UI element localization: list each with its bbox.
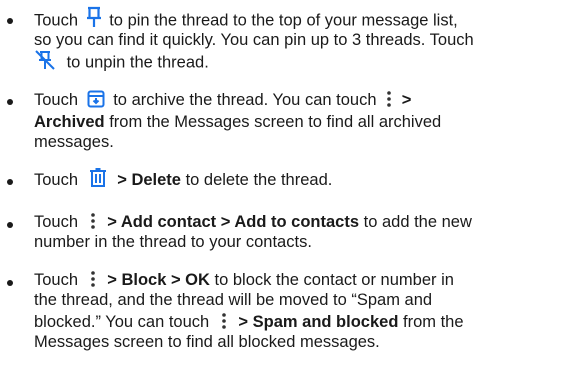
text-line: messages. — [34, 133, 114, 151]
text-line: Touch > Add contact > Add to contacts to… — [34, 212, 472, 231]
delete-icon — [89, 167, 107, 188]
more-vert-icon — [387, 90, 391, 107]
text-line: Messages screen to find all blocked mess… — [34, 333, 380, 351]
more-vert-icon — [90, 212, 95, 229]
text-line: Touch to pin the thread to the top of yo… — [34, 6, 458, 32]
text-line: Touch to archive the thread. You can tou… — [34, 90, 412, 109]
bullet — [7, 179, 13, 185]
instruction-list: Touch to pin the thread to the top of yo… — [0, 0, 567, 384]
unpin-icon — [34, 49, 56, 71]
more-vert-icon — [222, 312, 226, 329]
text-line: the thread, and the thread will be moved… — [34, 291, 433, 309]
text-line: Archived from the Messages screen to fin… — [34, 113, 442, 131]
bullet — [7, 222, 13, 228]
bullet — [7, 18, 13, 24]
bullet — [7, 280, 13, 286]
text-line: blocked.” You can touch > Spam and block… — [34, 312, 464, 331]
more-vert-icon — [90, 270, 95, 287]
text-line: Touch > Block > OK to block the contact … — [34, 270, 454, 289]
pin-icon — [86, 6, 102, 28]
archive-icon — [87, 90, 105, 108]
text-line: so you can find it quickly. You can pin … — [34, 31, 474, 49]
text-line: Touch > Delete to delete the thread. — [34, 167, 332, 191]
text-line: number in the thread to your contacts. — [34, 233, 312, 251]
bullet — [7, 99, 13, 105]
touch-text: Touch — [34, 11, 79, 30]
text-line: to unpin the thread. — [34, 49, 209, 74]
